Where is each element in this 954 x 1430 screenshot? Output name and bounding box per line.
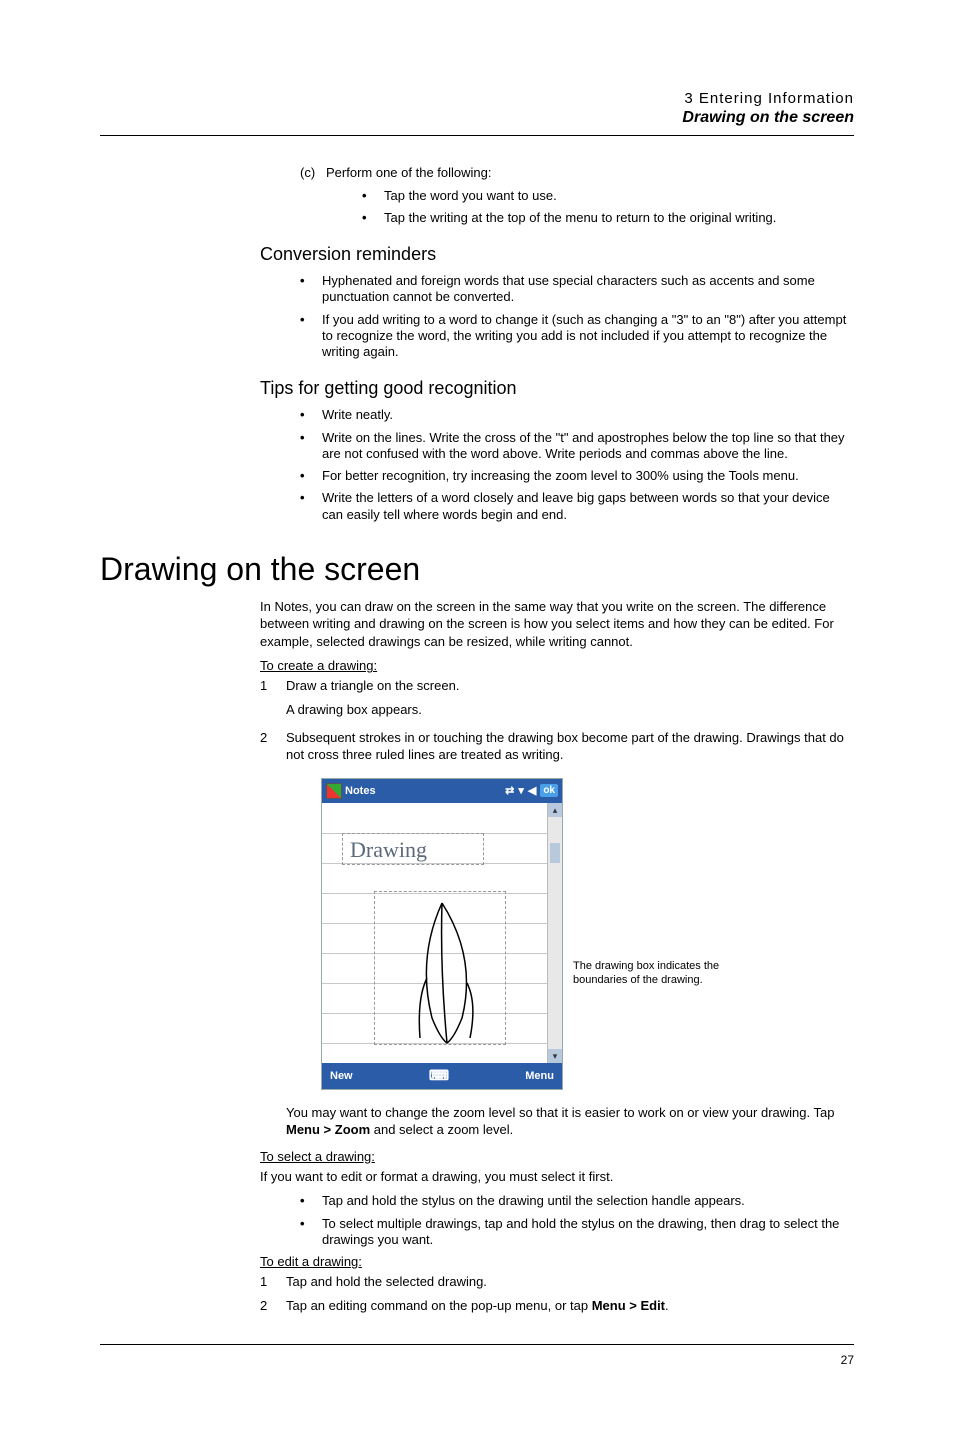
bullet-dot: •: [300, 1216, 322, 1249]
drawing-intro: In Notes, you can draw on the screen in …: [260, 598, 854, 651]
scroll-down-icon: ▾: [548, 1049, 562, 1063]
step-text-c: Perform one of the following:: [326, 164, 854, 182]
bullet-dot: •: [300, 273, 322, 306]
bullet-text: Tap the word you want to use.: [384, 188, 854, 204]
bullet-dot: •: [362, 210, 384, 226]
figure-callout: The drawing box indicates the boundaries…: [573, 960, 753, 988]
handwriting-sample: Drawing: [350, 837, 427, 863]
drawing-heading: Drawing on the screen: [100, 551, 854, 588]
step-num: 1: [260, 1273, 286, 1291]
bullet-dot: •: [300, 430, 322, 463]
tips-heading: Tips for getting good recognition: [260, 378, 854, 399]
step-text: Tap an editing command on the pop-up men…: [286, 1297, 854, 1315]
create-drawing-heading: To create a drawing:: [260, 658, 854, 673]
bullet-text: Tap the writing at the top of the menu t…: [384, 210, 854, 226]
menu-softkey: Menu: [525, 1070, 554, 1082]
keyboard-icon: ⌨: [429, 1067, 449, 1084]
step-num: 2: [260, 729, 286, 764]
ok-button: ok: [540, 784, 558, 797]
edit-drawing-heading: To edit a drawing:: [260, 1254, 854, 1269]
bullet-text: Write on the lines. Write the cross of t…: [322, 430, 854, 463]
step-text: Subsequent strokes in or touching the dr…: [286, 729, 854, 764]
speaker-icon: ◀: [528, 784, 536, 797]
bullet-text: Write the letters of a word closely and …: [322, 490, 854, 523]
bullet-text: Tap and hold the stylus on the drawing u…: [322, 1193, 854, 1209]
step-label-c: (c): [300, 164, 326, 182]
select-drawing-heading: To select a drawing:: [260, 1149, 854, 1164]
zoom-note: You may want to change the zoom level so…: [286, 1104, 854, 1139]
bullet-dot: •: [362, 188, 384, 204]
section-label: Drawing on the screen: [100, 109, 854, 127]
bullet-dot: •: [300, 312, 322, 361]
signal-icon: ▾: [518, 784, 524, 797]
device-screenshot: Notes ⇄ ▾ ◀ ok Drawing ▴ ▾ New ⌨ Menu: [321, 778, 563, 1090]
footer-rule: [100, 1344, 854, 1345]
start-icon: [326, 783, 342, 799]
bullet-dot: •: [300, 1193, 322, 1209]
select-intro: If you want to edit or format a drawing,…: [260, 1168, 854, 1186]
bullet-text: For better recognition, try increasing t…: [322, 468, 854, 484]
page-number: 27: [100, 1353, 854, 1367]
bullet-text: Hyphenated and foreign words that use sp…: [322, 273, 854, 306]
step-sub: A drawing box appears.: [286, 701, 854, 719]
bullet-dot: •: [300, 468, 322, 484]
bullet-text: To select multiple drawings, tap and hol…: [322, 1216, 854, 1249]
chapter-label: 3 Entering Information: [100, 90, 854, 107]
step-text: Draw a triangle on the screen.: [286, 677, 854, 695]
bullet-dot: •: [300, 407, 322, 423]
header-rule: [100, 135, 854, 136]
step-text: Tap and hold the selected drawing.: [286, 1273, 854, 1291]
connectivity-icon: ⇄: [505, 784, 514, 797]
vertical-scrollbar: ▴ ▾: [547, 803, 562, 1063]
leaf-drawing: [412, 898, 492, 1048]
app-title: Notes: [345, 785, 376, 797]
bullet-dot: •: [300, 490, 322, 523]
bullet-text: If you add writing to a word to change i…: [322, 312, 854, 361]
scroll-thumb: [550, 843, 560, 863]
conversion-heading: Conversion reminders: [260, 244, 854, 265]
new-softkey: New: [330, 1070, 353, 1082]
step-num: 2: [260, 1297, 286, 1315]
bullet-text: Write neatly.: [322, 407, 854, 423]
scroll-up-icon: ▴: [548, 803, 562, 817]
step-num: 1: [260, 677, 286, 695]
